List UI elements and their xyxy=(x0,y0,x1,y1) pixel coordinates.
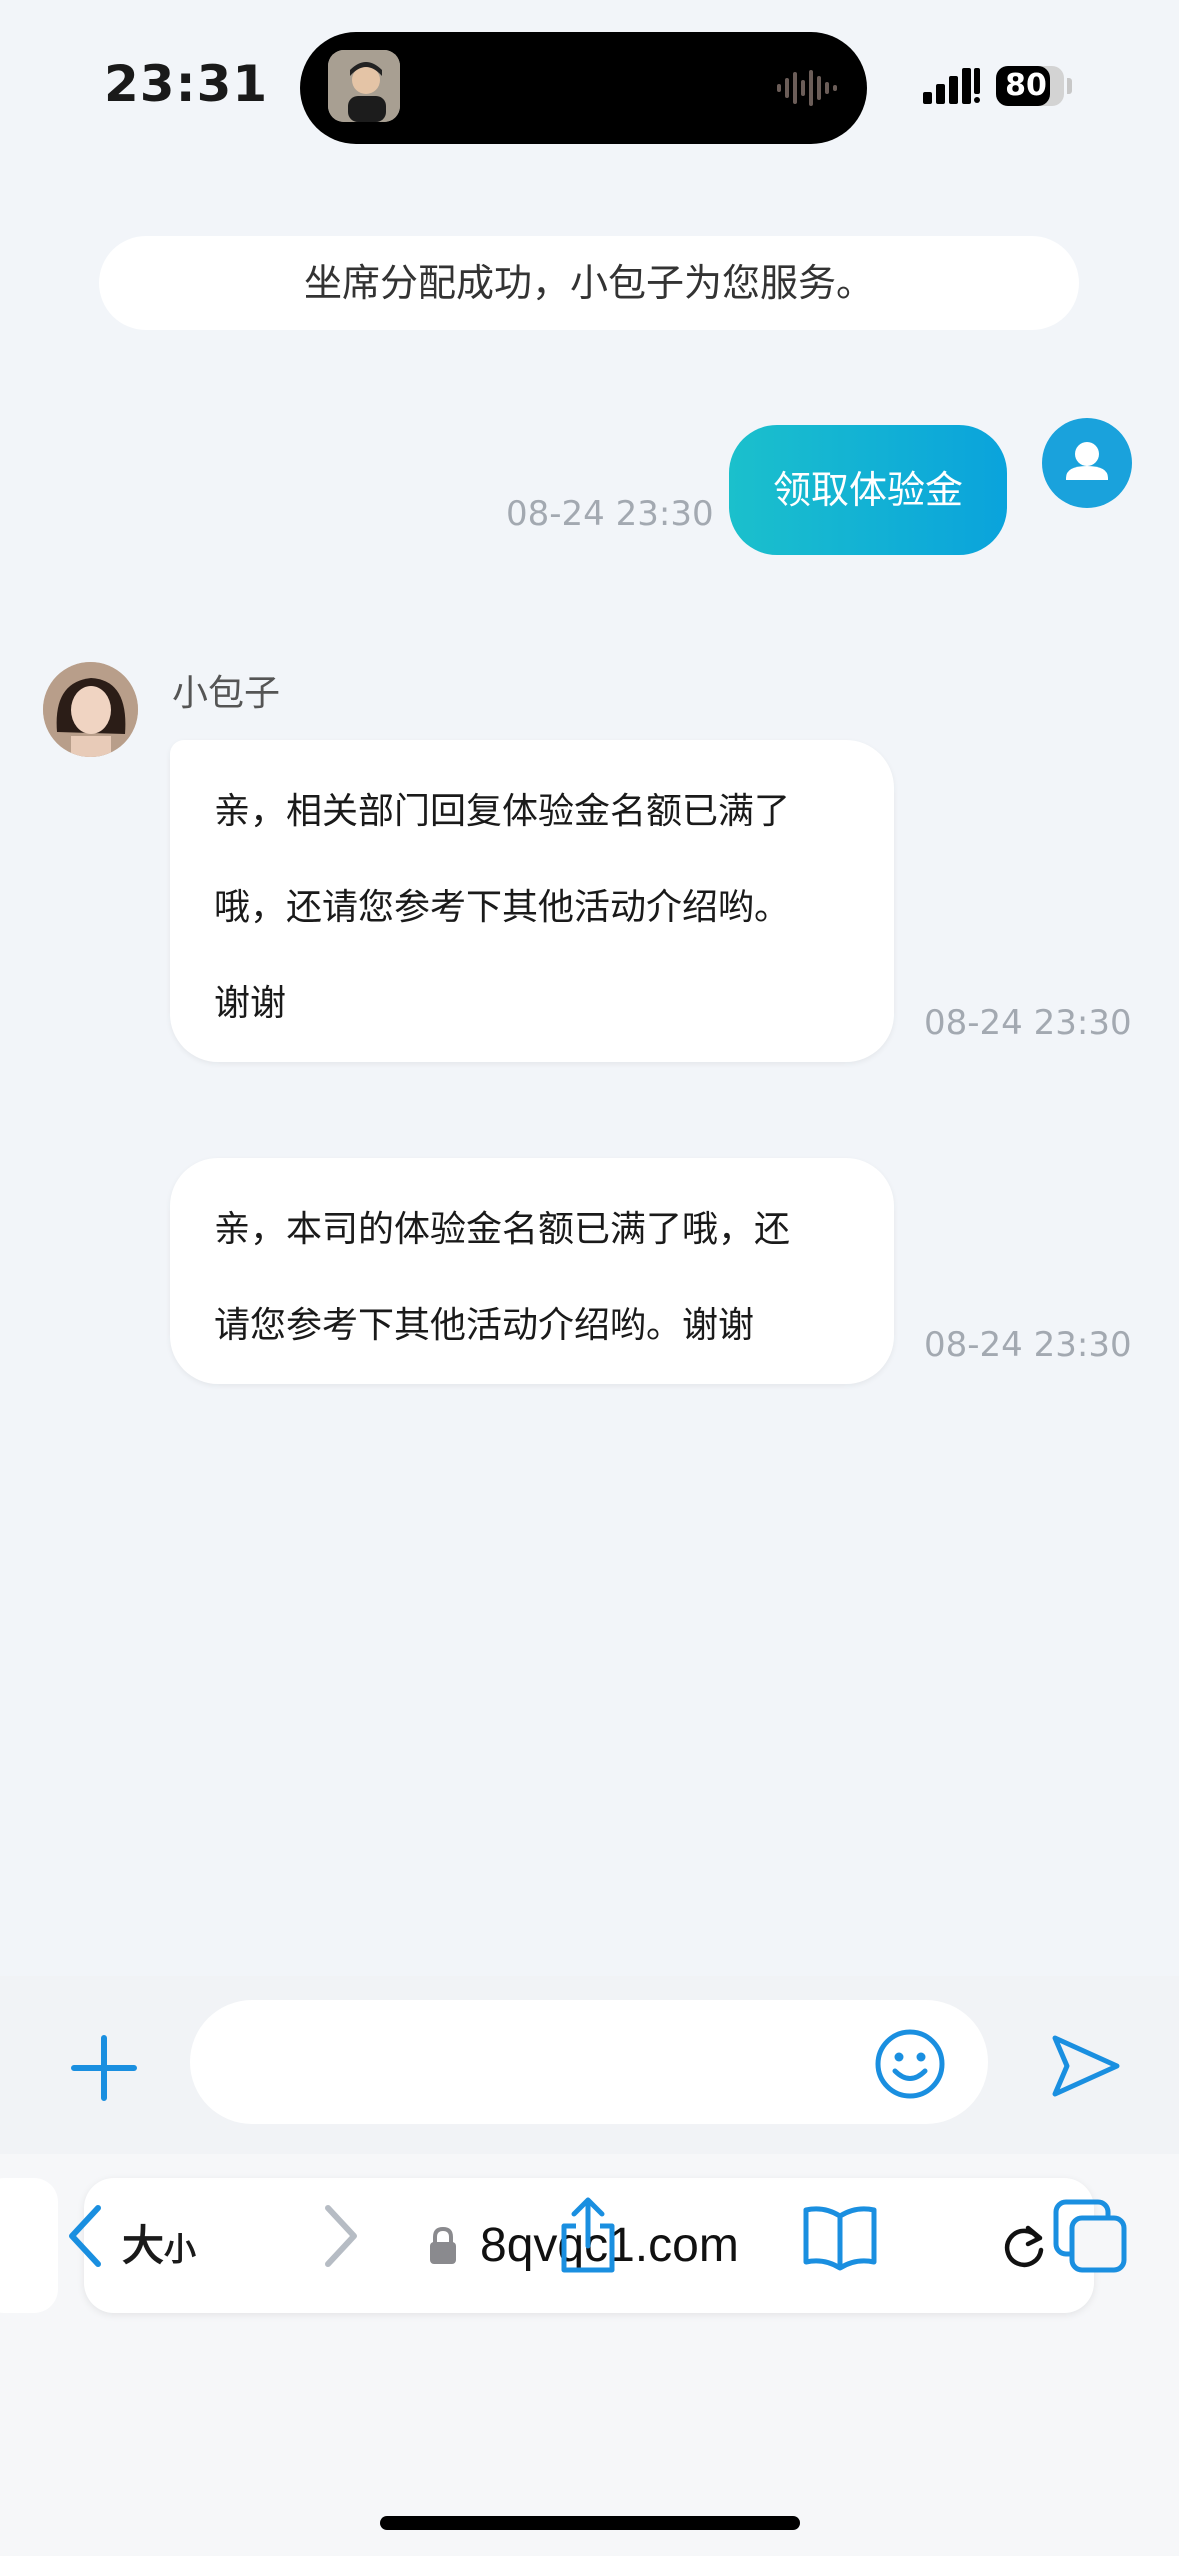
agent-message-time: 08-24 23:30 xyxy=(924,1325,1132,1365)
chat-input-bar xyxy=(0,1976,1179,2156)
message-line: 哦，还请您参考下其他活动介绍哟。 xyxy=(214,887,791,928)
message-line: 亲，相关部门回复体验金名额已满了 xyxy=(214,791,791,832)
text-size-button[interactable]: 大小 xyxy=(122,2178,196,2317)
status-time: 23:31 xyxy=(104,55,269,113)
user-message-bubble[interactable]: 领取体验金 xyxy=(729,425,1007,555)
back-icon[interactable] xyxy=(46,2196,126,2276)
send-icon[interactable] xyxy=(1045,2026,1125,2106)
lock-icon xyxy=(430,2226,456,2264)
tabs-icon[interactable] xyxy=(1050,2196,1130,2276)
agent-message-bubble[interactable]: 亲，相关部门回复体验金名额已满了 哦，还请您参考下其他活动介绍哟。 谢谢 xyxy=(170,740,894,1062)
bookmarks-icon[interactable] xyxy=(800,2196,880,2276)
emoji-icon[interactable] xyxy=(872,2026,948,2102)
battery-icon: 80 xyxy=(996,66,1064,106)
text-size-label-big: 大 xyxy=(122,2221,165,2270)
plus-icon[interactable] xyxy=(64,2028,144,2108)
home-indicator[interactable] xyxy=(380,2516,800,2530)
share-icon[interactable] xyxy=(548,2196,628,2276)
system-notice: 坐席分配成功，小包子为您服务。 xyxy=(99,236,1079,330)
message-line: 请您参考下其他活动介绍哟。谢谢 xyxy=(214,1305,755,1346)
dynamic-island[interactable] xyxy=(300,32,867,144)
cellular-signal-icon xyxy=(923,68,980,104)
message-line: 谢谢 xyxy=(214,983,287,1024)
user-message-time: 08-24 23:30 xyxy=(506,494,714,534)
reload-icon[interactable] xyxy=(998,2220,1050,2272)
agent-name: 小包子 xyxy=(172,673,281,714)
status-bar: 23:31 80 xyxy=(0,0,1179,175)
message-line: 亲，本司的体验金名额已满了哦，还 xyxy=(214,1209,791,1250)
live-activity-thumbnail xyxy=(328,50,400,122)
battery-nub xyxy=(1067,78,1072,94)
user-icon xyxy=(1066,442,1108,480)
battery-level: 80 xyxy=(1005,68,1047,103)
agent-message-bubble[interactable]: 亲，本司的体验金名额已满了哦，还 请您参考下其他活动介绍哟。谢谢 xyxy=(170,1158,894,1384)
user-avatar[interactable] xyxy=(1042,418,1132,508)
forward-icon[interactable] xyxy=(300,2196,380,2276)
message-input[interactable] xyxy=(190,2000,988,2124)
audio-wave-icon xyxy=(777,70,837,106)
text-size-label-small: 小 xyxy=(164,2230,197,2268)
agent-avatar[interactable] xyxy=(43,662,138,757)
agent-message-time: 08-24 23:30 xyxy=(924,1003,1132,1043)
